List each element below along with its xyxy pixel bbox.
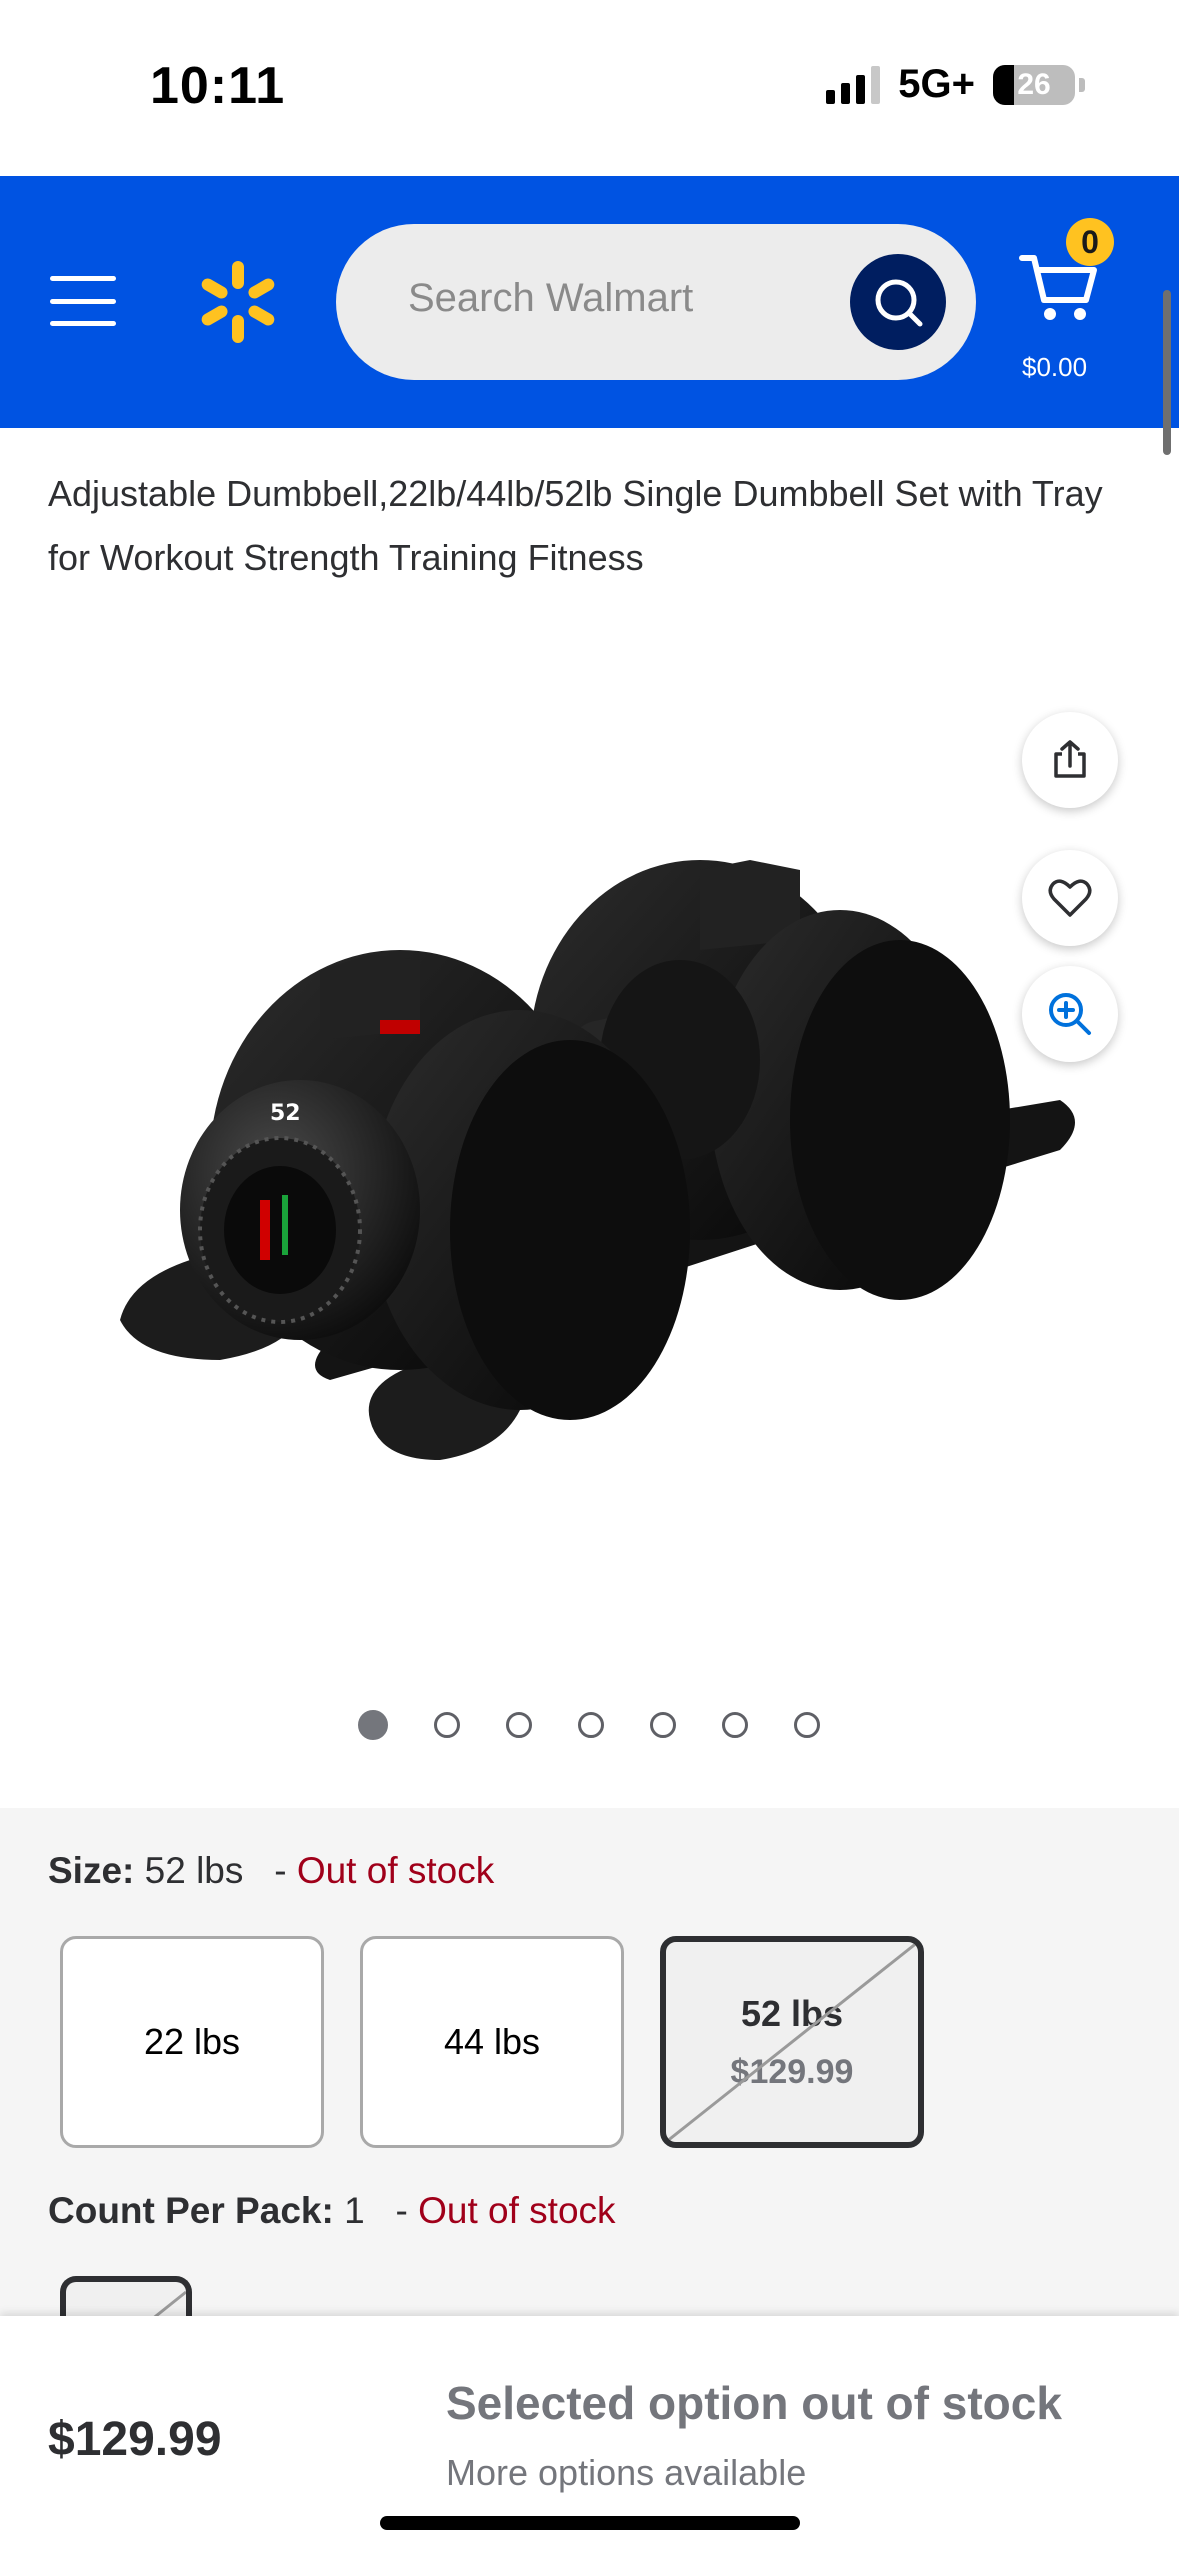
variant-selector: Size: 52 lbs - Out of stock 22 lbs 44 lb… [0, 1808, 1179, 2356]
count-separator: - [395, 2190, 408, 2231]
network-label: 5G+ [898, 62, 975, 106]
home-indicator[interactable] [380, 2516, 800, 2530]
site-header: Search Walmart 0 $0.00 [0, 176, 1179, 428]
share-icon [1054, 740, 1086, 778]
size-option-22[interactable]: 22 lbs [60, 1936, 324, 2148]
walmart-spark-icon[interactable] [196, 260, 280, 344]
more-options-link[interactable]: More options available [446, 2452, 806, 2494]
product-image[interactable]: 52 [100, 760, 1090, 1520]
count-label: Count Per Pack: [48, 2190, 334, 2231]
unavailable-slash [666, 1942, 918, 2142]
battery-tip [1079, 77, 1085, 92]
size-option-label: 22 lbs [143, 2021, 241, 2062]
zoom-button[interactable] [1022, 966, 1118, 1062]
weight-dial-number: 52 [270, 1101, 301, 1126]
count-value: 1 [344, 2190, 365, 2231]
carousel-dot[interactable] [358, 1710, 388, 1740]
search-button[interactable] [850, 254, 946, 350]
battery-icon: 26 [993, 64, 1075, 105]
heart-icon [1048, 879, 1092, 917]
cart-button[interactable]: 0 $0.00 [1014, 218, 1134, 388]
size-stock-status: Out of stock [296, 1850, 495, 1891]
search-input[interactable]: Search Walmart [336, 224, 976, 380]
out-of-stock-title: Selected option out of stock [446, 2377, 1062, 2429]
count-stock-status: Out of stock [418, 2190, 616, 2231]
count-label-row: Count Per Pack: 1 - Out of stock [48, 2190, 616, 2232]
size-label-row: Size: 52 lbs - Out of stock [48, 1850, 494, 1892]
carousel-dot[interactable] [722, 1712, 748, 1738]
product-title: Adjustable Dumbbell,22lb/44lb/52lb Singl… [48, 473, 1103, 578]
cart-total: $0.00 [1022, 352, 1088, 382]
signal-icon [826, 65, 881, 104]
size-separator: - [274, 1850, 287, 1891]
size-value: 52 lbs [144, 1850, 244, 1891]
status-time: 10:11 [150, 57, 286, 115]
carousel-dot[interactable] [434, 1712, 460, 1738]
zoom-icon [1049, 993, 1091, 1035]
favorite-button[interactable] [1022, 850, 1118, 946]
price: $129.99 [48, 2413, 222, 2466]
size-option-44[interactable]: 44 lbs [360, 1936, 624, 2148]
scroll-indicator [1163, 290, 1171, 455]
image-carousel-dots [358, 1710, 820, 1740]
carousel-dot[interactable] [578, 1712, 604, 1738]
carousel-dot[interactable] [650, 1712, 676, 1738]
size-option-52[interactable]: 52 lbs $129.99 [660, 1936, 924, 2148]
search-placeholder: Search Walmart [408, 276, 694, 320]
cart-count-badge: 0 [1066, 218, 1114, 266]
share-button[interactable] [1022, 712, 1118, 808]
status-bar: 10:11 5G+ 26 [0, 0, 1179, 176]
size-label: Size: [48, 1850, 135, 1891]
size-option-label: 44 lbs [443, 2021, 541, 2062]
battery-level: 26 [1017, 67, 1051, 101]
menu-icon[interactable] [50, 276, 116, 326]
search-icon [875, 279, 923, 327]
carousel-dot[interactable] [794, 1712, 820, 1738]
status-indicators: 5G+ 26 [826, 62, 1085, 107]
carousel-dot[interactable] [506, 1712, 532, 1738]
